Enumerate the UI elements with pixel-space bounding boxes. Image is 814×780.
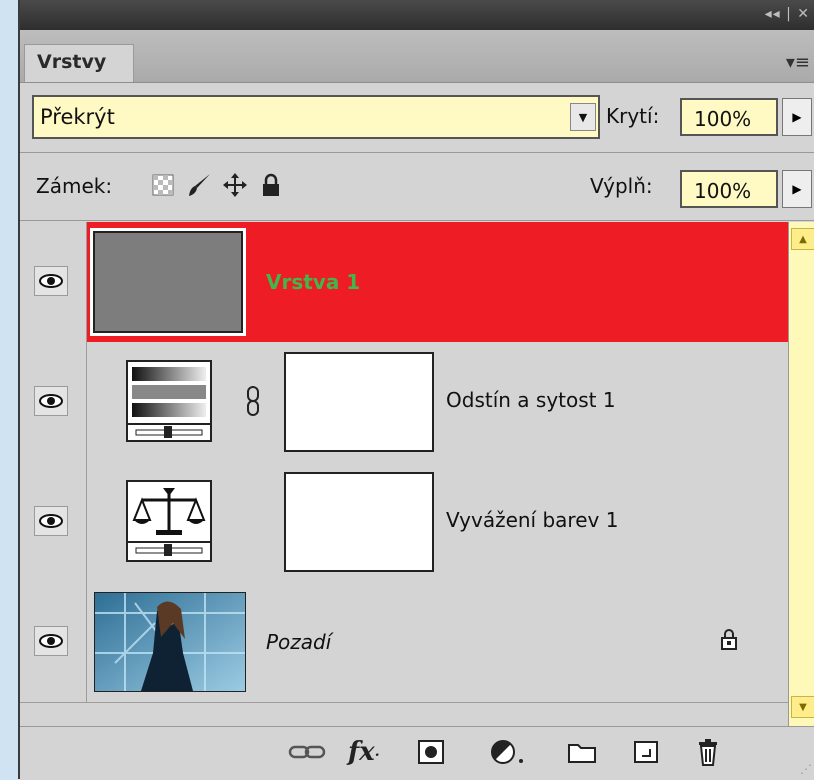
divider bbox=[20, 152, 814, 153]
visibility-cell bbox=[20, 462, 87, 582]
eye-visibility-icon[interactable] bbox=[34, 506, 68, 536]
opacity-label: Krytí: bbox=[606, 104, 660, 128]
hue-saturation-icon bbox=[126, 360, 212, 442]
scroll-down-button[interactable]: ▼ bbox=[791, 696, 814, 718]
lock-transparency-icon[interactable] bbox=[150, 172, 176, 198]
panel-titlebar: ◂◂ | ✕ bbox=[20, 0, 814, 30]
divider bbox=[20, 220, 814, 221]
fx-icon[interactable]: fx. bbox=[348, 737, 380, 767]
group-folder-icon[interactable] bbox=[568, 737, 596, 767]
color-balance-scale-icon bbox=[126, 480, 212, 562]
layer-name: Odstín a sytost 1 bbox=[446, 388, 616, 412]
visibility-cell bbox=[20, 222, 87, 342]
layers-panel: ◂◂ | ✕ Vrstvy ▾≡ Překrýt ▼ Krytí: 100% ▶… bbox=[18, 0, 814, 780]
tab-bar: Vrstvy ▾≡ bbox=[20, 30, 814, 83]
panel-menu-icon[interactable]: ▾≡ bbox=[786, 52, 810, 73]
layer-mask-thumbnail[interactable] bbox=[284, 352, 434, 452]
tab-layers[interactable]: Vrstvy bbox=[24, 44, 134, 82]
layer-name: Vyvážení barev 1 bbox=[446, 508, 619, 532]
layer-row-vyvazeni-barev[interactable]: Vyvážení barev 1 bbox=[20, 462, 788, 583]
scroll-up-button[interactable]: ▲ bbox=[791, 228, 814, 250]
layers-list: Vrstva 1 Odstín a sytost 1 Vyvážení bare… bbox=[20, 222, 814, 710]
visibility-cell bbox=[20, 342, 87, 462]
opacity-stepper[interactable]: ▶ bbox=[782, 98, 812, 136]
blend-mode-select[interactable]: Překrýt ▼ bbox=[32, 95, 600, 139]
layer-mask-icon[interactable] bbox=[418, 737, 444, 767]
fill-label: Výplň: bbox=[590, 174, 653, 198]
opacity-input[interactable]: 100% bbox=[680, 98, 778, 136]
trash-icon[interactable] bbox=[696, 737, 720, 767]
new-layer-icon[interactable] bbox=[634, 737, 658, 767]
layer-thumbnail bbox=[90, 228, 246, 336]
lock-position-move-icon[interactable] bbox=[222, 172, 248, 198]
blend-mode-value: Překrýt bbox=[40, 105, 115, 129]
link-layers-icon[interactable] bbox=[288, 737, 328, 767]
layer-row-vrstva-1[interactable]: Vrstva 1 bbox=[20, 222, 788, 343]
layer-mask-thumbnail[interactable] bbox=[284, 472, 434, 572]
background-photo-thumbnail bbox=[94, 592, 246, 692]
collapse-close-controls[interactable]: ◂◂ | ✕ bbox=[765, 6, 810, 22]
lock-label: Zámek: bbox=[36, 174, 113, 198]
lock-icon bbox=[720, 628, 738, 654]
eye-visibility-icon[interactable] bbox=[34, 266, 68, 296]
eye-visibility-icon[interactable] bbox=[34, 626, 68, 656]
lock-all-icon[interactable] bbox=[258, 172, 284, 198]
chain-link-icon[interactable] bbox=[246, 386, 260, 422]
layers-scrollbar[interactable]: ▲ ▼ bbox=[788, 222, 814, 726]
layer-name: Vrstva 1 bbox=[266, 270, 361, 294]
resize-grip-icon[interactable]: ⋰ bbox=[800, 762, 812, 776]
layer-name: Pozadí bbox=[266, 630, 332, 654]
adjustment-layer-icon[interactable] bbox=[490, 737, 526, 767]
layer-row-odstin-a-sytost[interactable]: Odstín a sytost 1 bbox=[20, 342, 788, 463]
chevron-down-icon[interactable]: ▼ bbox=[570, 103, 596, 131]
fill-stepper[interactable]: ▶ bbox=[782, 170, 812, 208]
layer-row-pozadi[interactable]: Pozadí bbox=[20, 582, 788, 703]
lock-pixels-brush-icon[interactable] bbox=[186, 172, 212, 198]
layers-bottom-toolbar: fx. ⋰ bbox=[20, 726, 814, 780]
eye-visibility-icon[interactable] bbox=[34, 386, 68, 416]
fill-input[interactable]: 100% bbox=[680, 170, 778, 208]
visibility-cell bbox=[20, 582, 87, 702]
